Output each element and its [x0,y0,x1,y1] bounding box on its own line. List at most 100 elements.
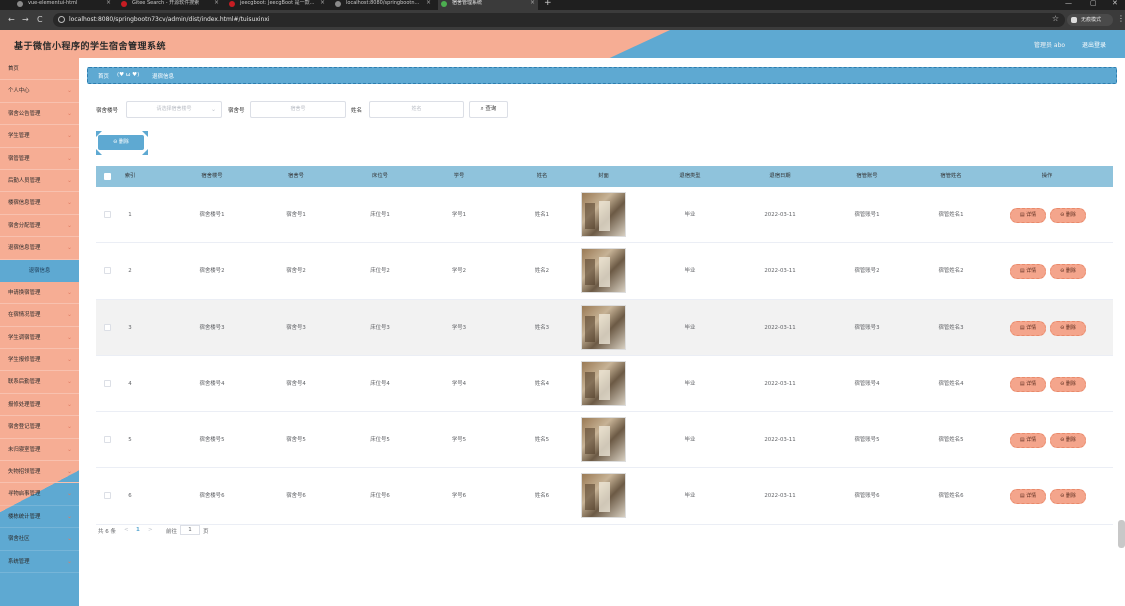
detail-button[interactable]: ▤ 详情 [1010,264,1046,280]
name-input[interactable]: 姓名 [369,101,464,118]
sidebar-item[interactable]: 宿舍公告管理 ⌄ [0,103,79,126]
table-row[interactable]: 4 宿舍楼号4 宿舍号4 床位号4 学号4 姓名4 毕业 2022-03-11 宿管账号4 宿管姓… [96,355,1113,413]
sidebar-item[interactable]: 退宿信息管理 ⌄ [0,237,79,260]
delete-row-button[interactable]: ⊖ 删除 [1050,433,1086,449]
select-all-checkbox[interactable] [104,173,111,180]
delete-row-button[interactable]: ⊖ 删除 [1050,320,1086,336]
row-checkbox[interactable] [104,267,111,275]
detail-button[interactable]: ▤ 详情 [1010,208,1046,223]
prev-page-button[interactable]: < [124,527,129,533]
browser-tab[interactable]: jeecgboot: JeecgBoot 是一款... × [226,0,328,10]
row-checkbox[interactable] [104,436,111,444]
logout-link[interactable]: 退出登录 [1082,40,1106,49]
building-select[interactable]: 请选择宿舍楼号 ⌄ [126,101,222,118]
site-info-icon[interactable] [58,16,65,23]
batch-delete-button[interactable]: ⊖ 删除 [98,135,144,150]
scrollbar-thumb[interactable] [1118,520,1125,548]
next-page-button[interactable]: > [148,527,153,533]
table-row[interactable]: 6 宿舍楼号6 宿舍号6 床位号6 学号6 姓名6 毕业 2022-03-11 宿管账号6 宿管姓… [96,468,1113,525]
page-number-1[interactable]: 1 [136,527,140,533]
browser-menu-icon[interactable]: ⋮ [1117,15,1125,23]
sidebar-item[interactable]: 报修处理管理 ⌄ [0,394,79,417]
cell-name: 姓名4 [534,380,550,387]
table-row[interactable]: 2 宿舍楼号2 宿舍号2 床位号2 学号2 姓名2 毕业 2022-03-11 宿管账号2 宿管姓… [96,243,1113,300]
close-tab-icon[interactable]: × [214,0,219,6]
app-header: 基于微信小程序的学生宿舍管理系统 管理员 abo 退出登录 [0,30,1125,58]
new-tab-button[interactable]: + [544,0,552,8]
forward-icon[interactable]: → [22,15,29,25]
sidebar-item[interactable]: 个人中心 ⌄ [0,80,79,103]
sidebar-item[interactable]: 宿舍社区 ⌄ [0,528,79,551]
room-input[interactable]: 宿舍号 [250,101,346,118]
sidebar-item[interactable]: 学生调宿管理 ⌄ [0,327,79,350]
cell-sid: 学号5 [451,437,467,444]
sidebar-item[interactable]: 未归寝室管理 ⌄ [0,439,79,462]
sidebar-item[interactable]: 系统管理 ⌄ [0,551,79,573]
sidebar-item[interactable]: 首页 [0,58,79,81]
browser-tab[interactable]: localhost:8080/springbootn... × [332,0,434,10]
row-checkbox[interactable] [104,211,111,218]
cover-image [581,192,626,237]
sidebar-item[interactable]: 宿管管理 ⌄ [0,148,79,170]
sidebar-item[interactable]: 失物招领管理 ⌄ [0,461,79,484]
sidebar-item[interactable]: 楼宿信息管理 ⌄ [0,192,79,215]
sidebar-item[interactable]: 后勤人员管理 ⌄ [0,170,79,193]
chevron-down-icon: ⌄ [66,378,72,386]
sidebar-item[interactable]: 在宿情况管理 ⌄ [0,304,79,327]
chevron-down-icon: ⌄ [66,445,72,453]
cell-type: 毕业 [684,493,696,500]
table-row[interactable]: 5 宿舍楼号5 宿舍号5 床位号5 学号5 姓名5 毕业 2022-03-11 宿管账号5 宿管姓… [96,412,1113,469]
row-checkbox[interactable] [104,492,111,500]
cell-building: 宿舍楼号6 [199,493,225,500]
sidebar-item-label: 宿舍分配管理 [8,222,41,229]
sidebar-item[interactable]: 寻物启事管理 ⌄ [0,483,79,506]
column-header: 宿管姓名 [940,173,962,179]
close-tab-icon[interactable]: × [426,0,431,6]
app-title: 基于微信小程序的学生宿舍管理系统 [14,42,167,52]
sidebar-item[interactable]: 宿舍分配管理 ⌄ [0,215,79,238]
url-field[interactable]: localhost:8080/springbootn73cv/admin/dis… [53,13,1065,27]
sidebar-item-label: 学生报修管理 [8,357,41,364]
sidebar-item[interactable]: 联系后勤管理 ⌄ [0,371,79,394]
browser-tab[interactable]: 宿舍管理系统 × [438,0,538,10]
reload-icon[interactable]: C [37,15,43,25]
delete-row-button[interactable]: ⊖ 删除 [1050,489,1086,505]
sidebar-item[interactable]: 学生管理 ⌄ [0,125,79,148]
close-tab-icon[interactable]: × [320,0,325,6]
sidebar-subitem[interactable]: 退宿信息 [0,259,79,282]
delete-row-button[interactable]: ⊖ 删除 [1050,208,1086,223]
breadcrumb-home[interactable]: 首页 [98,72,109,80]
table-row[interactable]: 1 宿舍楼号1 宿舍号1 床位号1 学号1 姓名1 毕业 2022-03-11 宿管账号1 宿管姓… [96,187,1113,244]
detail-button[interactable]: ▤ 详情 [1010,433,1046,449]
browser-tab[interactable]: Gitee Search - 开源软件搜索 × [118,0,222,10]
sidebar-item[interactable]: 学生报修管理 ⌄ [0,349,79,372]
row-checkbox[interactable] [104,323,111,331]
close-tab-icon[interactable]: × [530,0,535,6]
cell-manager: 宿管姓名6 [938,493,964,500]
table-header: 索引 宿舍楼号 宿舍号 床位号 学号 姓名 封面 退宿类型 退宿日期 宿管账号 宿管姓名 操作 [96,166,1113,187]
column-header: 退宿日期 [769,173,791,179]
table-row[interactable]: 3 宿舍楼号3 宿舍号3 床位号3 学号3 姓名3 毕业 2022-03-11 宿管账号3 宿管姓… [96,299,1113,356]
delete-row-button[interactable]: ⊖ 删除 [1050,376,1086,392]
detail-button[interactable]: ▤ 详情 [1010,376,1046,392]
sidebar-item[interactable]: 宿舍登记管理 ⌄ [0,416,79,439]
row-checkbox[interactable] [104,379,111,387]
sidebar-item-label: 宿舍社区 [8,536,30,543]
query-button[interactable]: ⌕ 查询 [469,101,508,118]
close-window-button[interactable]: ✕ [1112,0,1118,7]
incognito-badge[interactable]: 无痕模式 [1067,14,1113,26]
minimize-button[interactable]: — [1065,0,1072,7]
back-icon[interactable]: ← [8,15,15,25]
cell-sid: 学号6 [451,493,467,500]
close-tab-icon[interactable]: × [106,0,111,6]
detail-button[interactable]: ▤ 详情 [1010,489,1046,505]
goto-page-input[interactable]: 1 [180,525,200,535]
cover-image [581,360,626,406]
maximize-button[interactable]: ▢ [1090,0,1097,7]
delete-row-button[interactable]: ⊖ 删除 [1050,264,1086,280]
bookmark-star-icon[interactable]: ☆ [1052,14,1059,23]
browser-tab[interactable]: vue-elementui-html × [14,0,114,10]
sidebar-item[interactable]: 申请换宿管理 ⌄ [0,282,79,305]
detail-button[interactable]: ▤ 详情 [1010,320,1046,336]
sidebar-item[interactable]: 楼栋统计管理 ⌄ [0,506,79,529]
